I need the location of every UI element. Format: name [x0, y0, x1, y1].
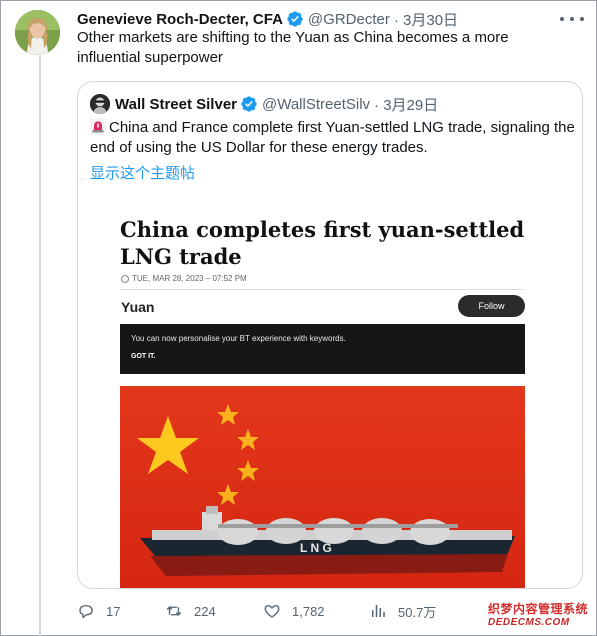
views-chart-icon	[372, 605, 385, 617]
thread-line	[39, 55, 41, 636]
banner-got-it: GOT IT.	[131, 353, 156, 360]
banner-text: You can now personalise your BT experien…	[131, 334, 346, 343]
article-date-text: TUE, MAR 28, 2023 – 07:52 PM	[132, 274, 247, 283]
retweet-count: 224	[194, 603, 216, 619]
views-action[interactable]: 50.7万	[369, 601, 436, 621]
divider	[120, 289, 524, 290]
follow-button: Follow	[458, 295, 525, 317]
quoted-text: China and France complete first Yuan-set…	[90, 119, 575, 156]
quoted-header: Wall Street Silver @WallStreetSilv · 3月2…	[90, 94, 438, 114]
flag-ship-photo: L N G	[120, 386, 525, 588]
action-bar: 17 224 1,782 50.7万	[77, 601, 557, 621]
reply-icon	[79, 605, 93, 619]
verified-badge-icon	[241, 96, 257, 112]
rotating-light-icon	[90, 118, 106, 134]
quoted-author-name[interactable]: Wall Street Silver	[115, 96, 237, 113]
author-avatar[interactable]	[15, 10, 60, 55]
views-count: 50.7万	[398, 604, 437, 620]
article-headline: China completes first yuan-settled LNG t…	[120, 217, 525, 269]
reply-action[interactable]: 17	[77, 601, 120, 621]
clock-icon	[121, 274, 129, 283]
quoted-tweet[interactable]: Wall Street Silver @WallStreetSilv · 3月2…	[77, 81, 583, 589]
retweet-action[interactable]: 224	[165, 601, 216, 621]
quoted-text-block: China and France complete first Yuan-set…	[90, 118, 576, 158]
tweet-date[interactable]: · 3月30日	[394, 9, 458, 30]
author-handle[interactable]: @GRDecter	[308, 11, 390, 28]
author-name[interactable]: Genevieve Roch-Decter, CFA	[77, 11, 283, 28]
tweet-header: Genevieve Roch-Decter, CFA @GRDecter · 3…	[77, 9, 458, 29]
quoted-date[interactable]: · 3月29日	[374, 94, 438, 115]
article-dateline: TUE, MAR 28, 2023 – 07:52 PM	[121, 274, 247, 283]
heart-icon	[264, 605, 280, 618]
ship-lng-label: L N G	[300, 541, 332, 555]
quoted-media-image[interactable]: China completes first yuan-settled LNG t…	[90, 190, 572, 588]
watermark-line2: DEDECMS.COM	[488, 617, 570, 628]
watermark-line1: 织梦内容管理系统	[488, 602, 589, 616]
site-watermark: 织梦内容管理系统 DEDECMS.COM	[488, 602, 593, 632]
tweet-card: Genevieve Roch-Decter, CFA @GRDecter · 3…	[0, 0, 597, 636]
like-count: 1,782	[292, 603, 325, 619]
quoted-author-handle[interactable]: @WallStreetSilv	[262, 96, 370, 113]
reply-count: 17	[106, 603, 121, 619]
like-action[interactable]: 1,782	[263, 601, 325, 621]
retweet-icon	[166, 606, 182, 616]
show-thread-link[interactable]: 显示这个主题帖	[90, 162, 195, 183]
tweet-text: Other markets are shifting to the Yuan a…	[77, 29, 509, 66]
more-options-icon[interactable]	[560, 11, 584, 27]
quoted-author-avatar[interactable]	[90, 94, 110, 114]
article-topic: Yuan	[121, 299, 155, 315]
personalise-banner: You can now personalise your BT experien…	[120, 324, 525, 374]
verified-badge-icon	[287, 11, 303, 27]
